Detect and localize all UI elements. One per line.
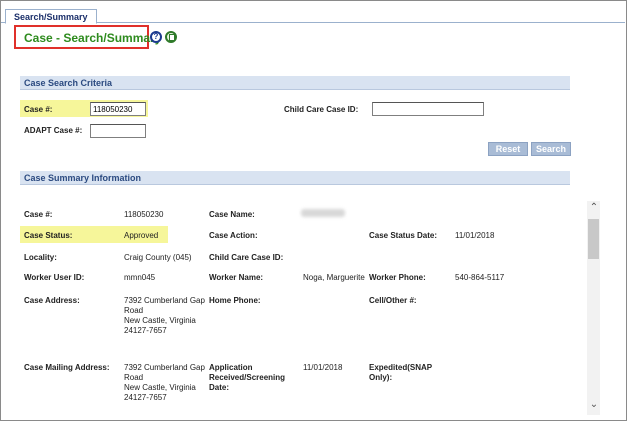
case-address-line-1: 7392 Cumberland Gap [124,296,205,305]
case-name-label: Case Name: [209,210,255,219]
case-address-label: Case Address: [24,296,80,305]
case-address-line-2: Road [124,306,144,315]
tab-strip: Search/Summary [1,9,625,24]
application-date-label-line-3: Date: [209,383,230,392]
scroll-up-arrow-icon[interactable]: ⌃ [589,203,599,215]
mailing-address-line-4: 24127-7657 [124,393,167,402]
locality-value: Craig County (045) [124,253,192,262]
worker-name-label: Worker Name: [209,273,264,282]
application-date-value: 11/01/2018 [303,363,343,372]
worker-phone-label: Worker Phone: [369,273,426,282]
case-number-input[interactable]: 118050230 [90,102,146,116]
tab-search-summary[interactable]: Search/Summary [5,9,97,24]
mailing-address-line-1: 7392 Cumberland Gap [124,363,205,372]
home-phone-label: Home Phone: [209,296,261,305]
case-action-label: Case Action: [209,231,258,240]
worker-user-id-label: Worker User ID: [24,273,85,282]
child-care-case-label: Child Care Case ID: [284,105,359,114]
case-address-line-3: New Castle, Virginia [124,316,196,325]
case-status-label: Case Status: [24,231,73,240]
mailing-address-label: Case Mailing Address: [24,363,110,372]
application-date-label-line-2: Received/Screening [209,373,286,382]
page-title: Case - Search/Summary [24,31,162,45]
case-status-date-label: Case Status Date: [369,231,438,240]
application-date-label-line-1: Application [209,363,253,372]
scroll-down-arrow-icon[interactable]: ⌄ [589,400,599,412]
child-care-case-input[interactable] [372,102,484,116]
worker-user-id-value: mmn045 [124,273,156,282]
case-number-label: Case #: [24,105,53,114]
summary-child-care-case-label: Child Care Case ID: [209,253,284,262]
scrollbar-thumb[interactable] [588,219,599,259]
expedited-label-line-2: Only): [369,373,393,382]
summary-case-number-value: 118050230 [124,210,164,219]
cell-other-label: Cell/Other #: [369,296,417,305]
search-button[interactable]: Search [531,142,571,156]
worker-name-value: Noga, Marguerite [303,273,365,282]
worker-phone-value: 540-864-5117 [455,273,505,282]
case-status-value: Approved [124,231,159,240]
mailing-address-line-3: New Castle, Virginia [124,383,196,392]
case-status-date-value: 11/01/2018 [455,231,495,240]
case-name-value-redacted [301,209,345,217]
mailing-address-line-2: Road [124,373,144,382]
locality-label: Locality: [24,253,57,262]
document-icon[interactable] [165,31,177,43]
search-criteria-header: Case Search Criteria [20,76,570,90]
adapt-case-label: ADAPT Case #: [24,126,83,135]
help-icon[interactable]: ? [150,31,162,43]
case-address-line-4: 24127-7657 [124,326,167,335]
adapt-case-input[interactable] [90,124,146,138]
reset-button[interactable]: Reset [488,142,528,156]
summary-case-number-label: Case #: [24,210,53,219]
expedited-label-line-1: Expedited(SNAP [369,363,433,372]
case-summary-header: Case Summary Information [20,171,570,185]
